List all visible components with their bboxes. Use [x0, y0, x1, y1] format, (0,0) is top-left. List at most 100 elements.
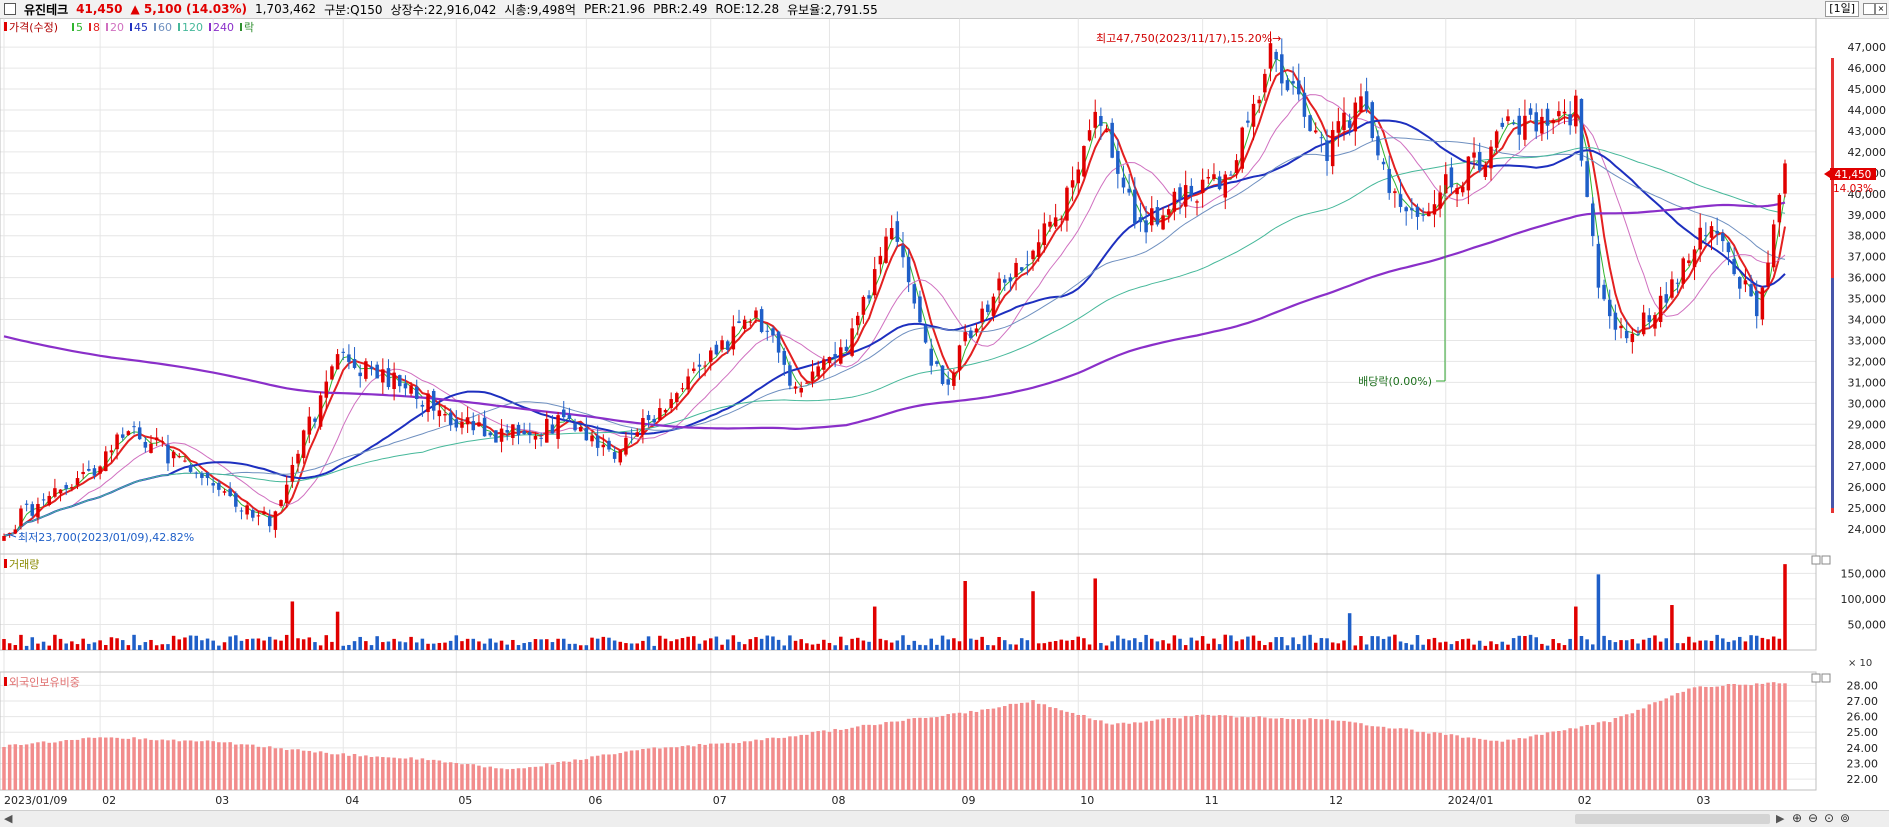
legend-ex-swatch: [240, 23, 242, 31]
foreign-bar: [963, 713, 967, 790]
candle-body: [1466, 156, 1471, 191]
foreign-bar: [1376, 726, 1380, 790]
volume-bar: [143, 642, 148, 650]
interval-selector[interactable]: [1일]: [1825, 1, 1859, 17]
foreign-bar: [771, 737, 775, 790]
dividend-annotation: 배당락(0.00%): [1358, 375, 1432, 388]
volume-bar: [499, 640, 504, 650]
foreign-bar: [1246, 717, 1250, 790]
volume-bar: [1263, 645, 1267, 650]
stock-name[interactable]: 유진테크: [24, 1, 68, 18]
candle-body: [788, 365, 792, 386]
candle-body: [1602, 284, 1606, 300]
candle-body: [1093, 111, 1097, 128]
foreign-bar: [1178, 718, 1182, 790]
foreign-bar: [731, 743, 736, 790]
foreign-bar: [980, 709, 984, 790]
candle-body: [759, 309, 764, 332]
triangle-right-icon[interactable]: ▶: [1776, 812, 1784, 825]
foreign-bar: [1398, 728, 1403, 790]
foreign-bar: [477, 765, 481, 790]
candle-body: [855, 315, 860, 326]
maximize-icon[interactable]: [1863, 3, 1875, 15]
volume-bar: [403, 642, 408, 650]
legend-ma-swatch: [89, 23, 91, 31]
triangle-left-icon[interactable]: ◀: [4, 812, 12, 825]
foreign-bar: [578, 759, 583, 790]
volume-maximize-icon[interactable]: [1811, 555, 1821, 565]
volume-bar: [465, 638, 470, 650]
volume-bar: [324, 635, 329, 650]
candle-body: [1732, 258, 1736, 275]
volume-bar: [1681, 643, 1685, 650]
foreign-bar: [1528, 736, 1533, 790]
foreign-bar: [1777, 683, 1782, 790]
foreign-bar: [1257, 716, 1261, 790]
volume-close-icon[interactable]: [1821, 555, 1831, 565]
foreign-bar: [675, 747, 679, 790]
volume-bar: [663, 638, 668, 650]
foreign-bar: [256, 746, 261, 790]
candle-body: [1766, 262, 1770, 287]
candle-body: [296, 453, 300, 464]
foreign-maximize-icon[interactable]: [1811, 673, 1821, 683]
candle-body: [471, 421, 476, 431]
foreign-bar: [1206, 714, 1211, 790]
foreign-bar: [872, 725, 877, 790]
foreign-bar: [160, 739, 165, 790]
volume-bar: [87, 643, 91, 650]
foreign-bar: [692, 746, 696, 790]
foreign-bar: [1302, 719, 1307, 790]
magnifier-minus-icon[interactable]: ⊖: [1808, 811, 1818, 825]
volume-bar: [652, 645, 656, 650]
candle-body: [194, 472, 198, 474]
date-tick-label: 09: [962, 794, 976, 807]
volume-bar: [256, 638, 261, 650]
candle-body: [245, 505, 249, 515]
volume-bar: [1353, 645, 1358, 650]
volume-bar: [36, 643, 40, 650]
volume-bar: [420, 638, 425, 650]
magnifier-fit-icon[interactable]: ⊚: [1840, 811, 1850, 825]
foreign-bar: [1771, 682, 1776, 790]
volume-bar: [816, 643, 820, 650]
candle-body: [488, 432, 492, 436]
price-tick-label: 28,000: [1848, 439, 1887, 452]
volume-bar: [431, 643, 436, 650]
foreign-bar: [1014, 703, 1018, 790]
volume-bar: [980, 636, 984, 650]
candle-body: [1410, 208, 1414, 211]
candle-body: [1325, 140, 1329, 161]
foreign-bar: [1059, 710, 1064, 790]
volume-bar: [1257, 640, 1261, 650]
candle-body: [211, 483, 215, 486]
candle-body: [1455, 188, 1459, 195]
candle-body: [1551, 119, 1555, 124]
volume-bar: [901, 635, 905, 650]
foreign-close-icon[interactable]: [1821, 673, 1831, 683]
candle-body: [330, 366, 334, 380]
candle-body: [737, 321, 741, 323]
candle-body: [1687, 260, 1691, 264]
stock-chart[interactable]: 가격(수정) 5 8 20 45 60 120 240 락 24,000 25,000 26,00…: [0, 18, 1889, 810]
close-icon[interactable]: ×: [1875, 3, 1887, 15]
candle-body: [1596, 243, 1601, 288]
volume-bar: [1376, 636, 1380, 650]
foreign-tick-label: 23.00: [1847, 757, 1879, 770]
legend-ma-label: 60: [158, 21, 172, 34]
candle-body: [1670, 279, 1674, 298]
foreign-bar: [1234, 717, 1239, 790]
panel-checkbox[interactable]: [4, 3, 16, 15]
candle-body: [776, 331, 781, 353]
horizontal-scrollbar[interactable]: ◀ ▶ ⊕ ⊖ ⊙ ⊚: [0, 810, 1889, 827]
volume-bar: [7, 643, 12, 650]
candle-body: [867, 295, 871, 299]
candle-body: [75, 478, 80, 485]
magnifier-reset-icon[interactable]: ⊙: [1824, 811, 1834, 825]
candle-body: [1206, 176, 1211, 179]
candle-body: [30, 504, 35, 516]
candle-body: [686, 376, 690, 390]
magnifier-plus-icon[interactable]: ⊕: [1792, 811, 1802, 825]
scroll-thumb[interactable]: [1575, 814, 1770, 824]
foreign-bar: [595, 755, 600, 790]
